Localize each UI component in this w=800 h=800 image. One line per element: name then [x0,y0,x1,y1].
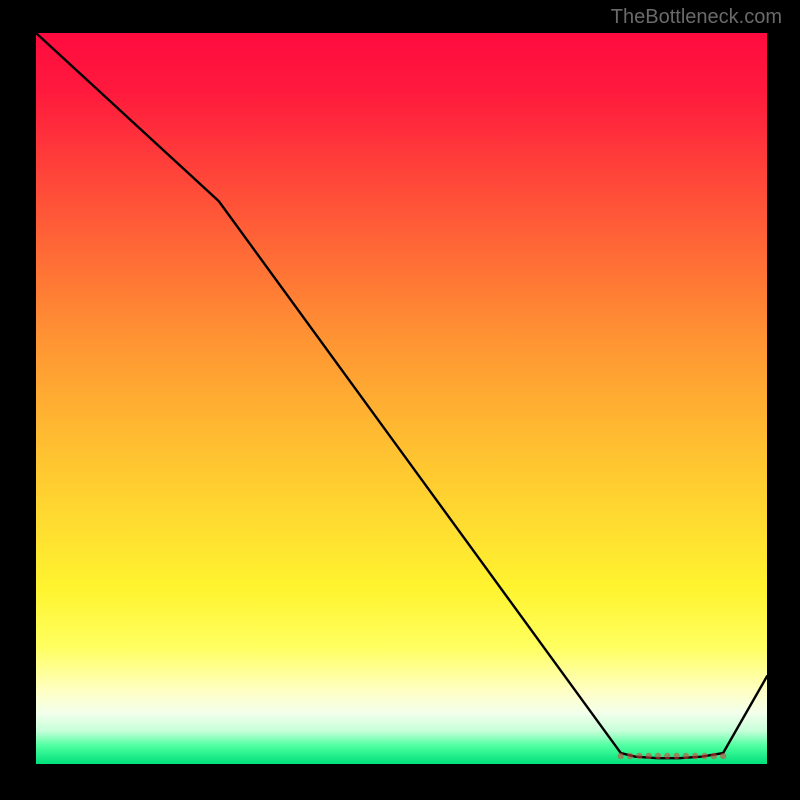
flat-marker-dot [664,753,670,759]
plot-area [36,33,767,764]
flat-marker-dot [618,753,624,759]
flat-marker-dot [692,753,698,759]
flat-marker-dot [683,753,689,759]
flat-marker-dot [655,753,661,759]
chart-svg [36,33,767,764]
flat-marker-dot [720,753,726,759]
flat-marker-dot [636,753,642,759]
bottleneck-line [36,33,767,758]
flat-marker-dot [711,753,717,759]
flat-marker-dot [646,753,652,759]
flat-marker-dot [673,753,679,759]
flat-marker-dot [701,753,707,759]
attribution-text: TheBottleneck.com [611,6,782,29]
flat-marker-dot [627,753,633,759]
